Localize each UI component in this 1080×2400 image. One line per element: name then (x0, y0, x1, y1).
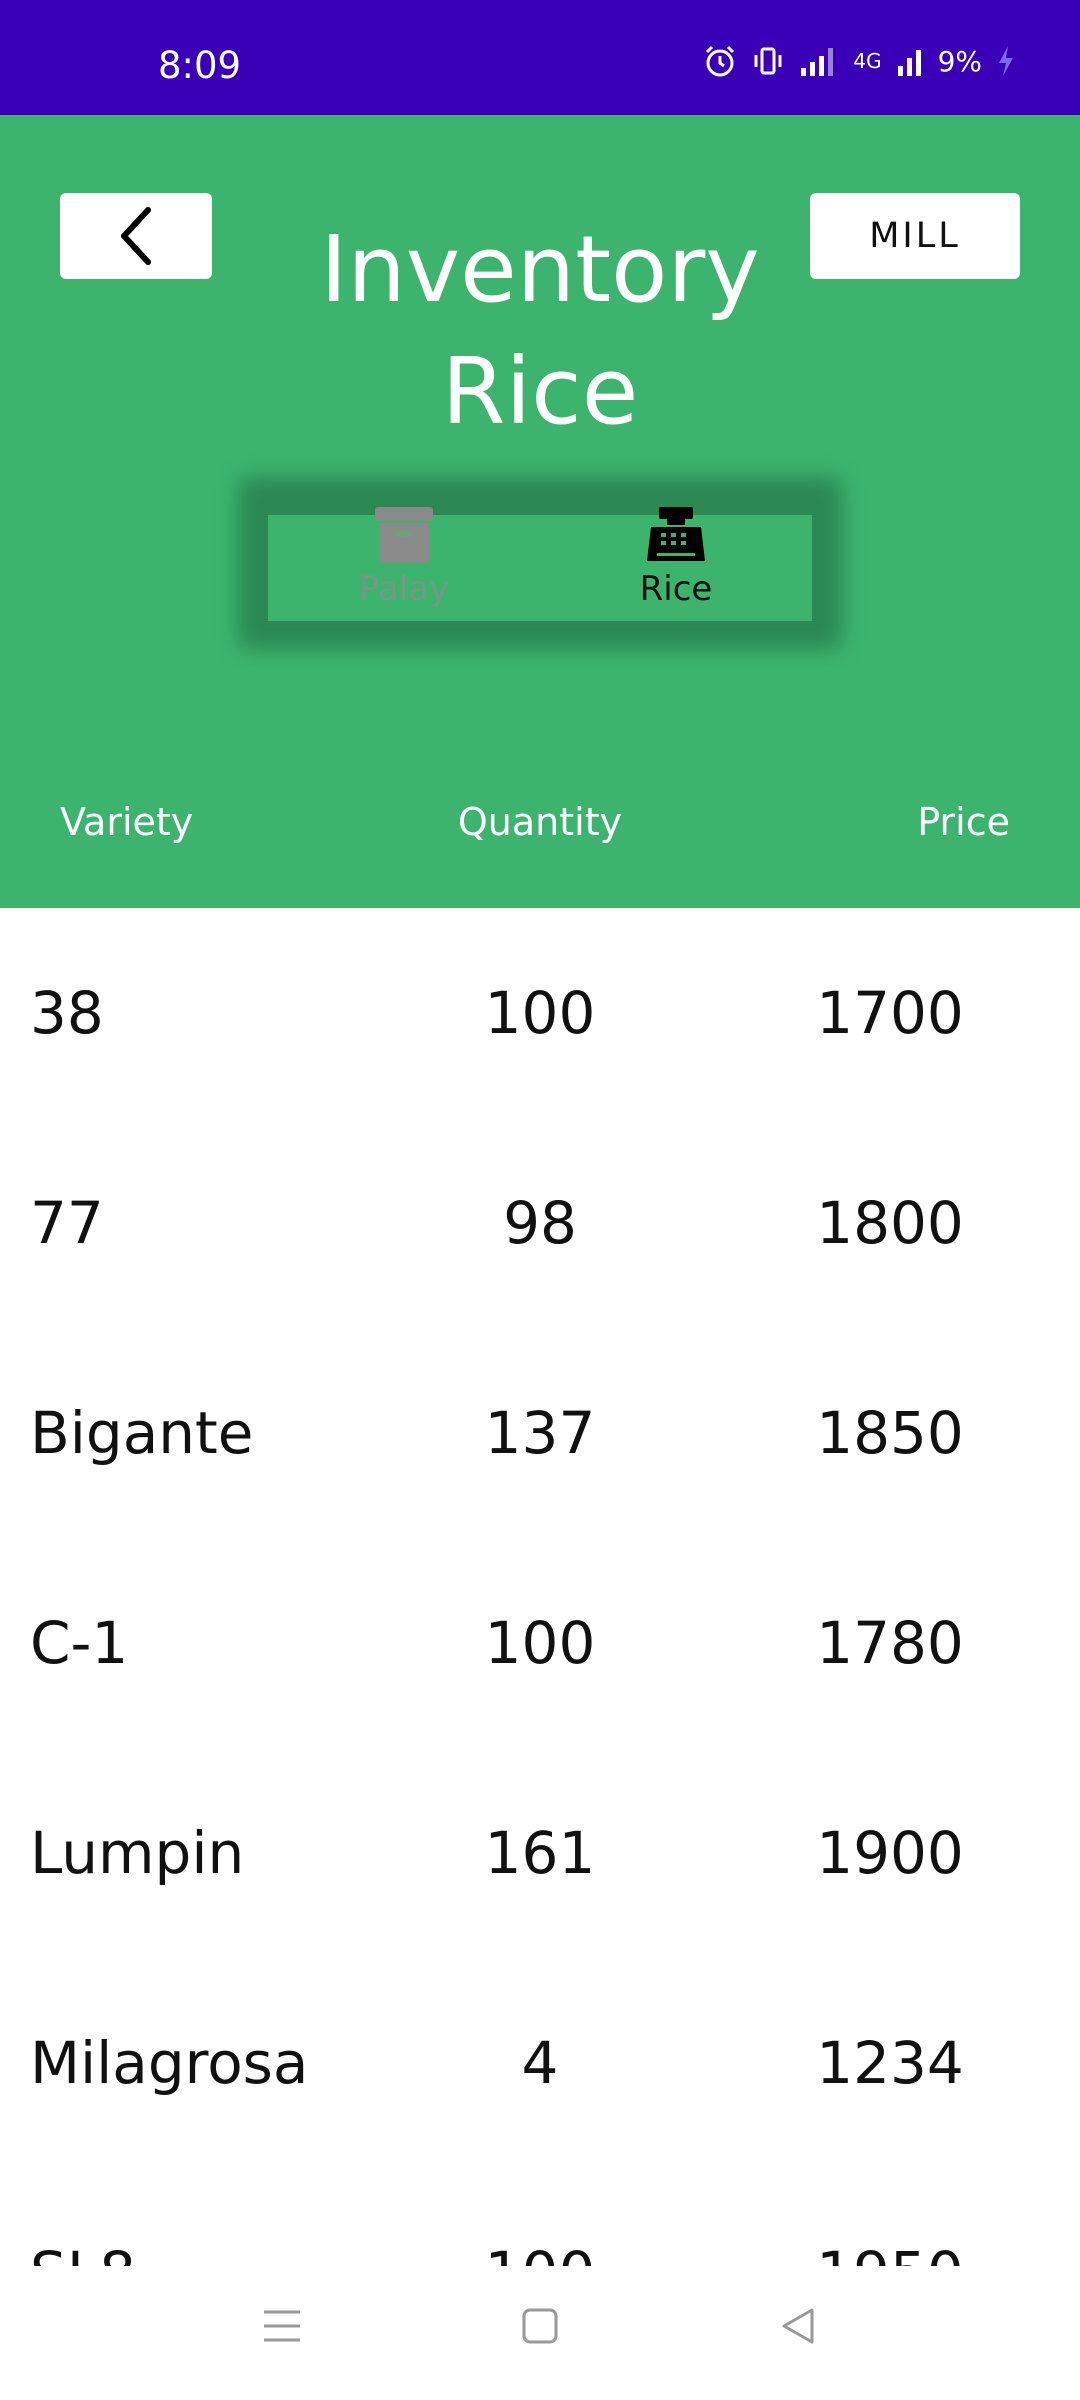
cell-price: 1780 (816, 1609, 964, 1677)
vibrate-icon (754, 47, 782, 75)
tab-rice-label: Rice (639, 569, 713, 609)
cash-register-icon (647, 507, 705, 561)
cell-quantity: 100 (484, 1609, 596, 1677)
cell-quantity: 100 (440, 2238, 640, 2266)
header: Inventory Rice MILL Palay Rice Variety Q… (0, 115, 1080, 908)
page-subtitle: Rice (441, 338, 639, 445)
cell-price: 1850 (816, 1399, 964, 1467)
cell-quantity: 137 (484, 1399, 596, 1467)
column-header-price: Price (917, 800, 1010, 844)
inventory-table: 38 100 1700 77 98 1800 Bigante 137 1850 … (0, 908, 1080, 2266)
system-nav-bar (0, 2266, 1080, 2400)
status-time: 8:09 (158, 44, 242, 87)
cell-variety: Bigante (30, 1399, 254, 1467)
status-icons: 4G 9% (703, 44, 1016, 78)
table-row[interactable]: Bigante 137 1850 (0, 1328, 1080, 1538)
cell-quantity: 100 (484, 979, 596, 1047)
table-row[interactable]: 38 100 1700 (0, 908, 1080, 1118)
cell-quantity: 98 (503, 1189, 577, 1257)
cell-variety: Milagrosa (30, 2029, 309, 2097)
alarm-icon (706, 45, 735, 77)
charging-icon (999, 46, 1013, 76)
mill-button[interactable]: MILL (810, 193, 1020, 279)
cell-price: 1700 (816, 979, 964, 1047)
cell-variety: 38 (30, 979, 104, 1047)
status-bar: 8:09 4G 9% (0, 0, 1080, 115)
tab-rice[interactable]: Rice (540, 507, 812, 621)
cell-price: 1900 (816, 1819, 964, 1887)
cell-variety: 77 (30, 1189, 104, 1257)
battery-percent: 9% (937, 44, 982, 78)
signal-icon-2 (897, 50, 921, 76)
cell-quantity: 161 (484, 1819, 596, 1887)
network-type: 4G (853, 49, 882, 73)
table-row[interactable]: 77 98 1800 (0, 1118, 1080, 1328)
tab-palay-label: Palay (358, 569, 450, 609)
table-row[interactable]: C-1 100 1780 (0, 1538, 1080, 1748)
archive-box-icon (375, 507, 433, 563)
cell-price: 1950 (790, 2238, 990, 2266)
table-row[interactable]: SL8 100 1950 (0, 2168, 1080, 2266)
cell-price: 1234 (816, 2029, 964, 2097)
cell-quantity: 4 (521, 2029, 559, 2097)
tab-bar: Palay Rice (268, 507, 812, 621)
menu-icon[interactable] (262, 2306, 302, 2346)
home-icon[interactable] (520, 2306, 560, 2346)
cell-variety: C-1 (30, 1609, 129, 1677)
signal-icon (801, 48, 834, 76)
cell-variety: Lumpin (30, 1819, 245, 1887)
cell-price: 1800 (816, 1189, 964, 1257)
table-row[interactable]: Milagrosa 4 1234 (0, 1958, 1080, 2168)
tab-palay[interactable]: Palay (268, 507, 540, 621)
cell-variety: SL8 (30, 2238, 136, 2266)
back-triangle-icon[interactable] (778, 2306, 818, 2346)
table-row[interactable]: Lumpin 161 1900 (0, 1748, 1080, 1958)
